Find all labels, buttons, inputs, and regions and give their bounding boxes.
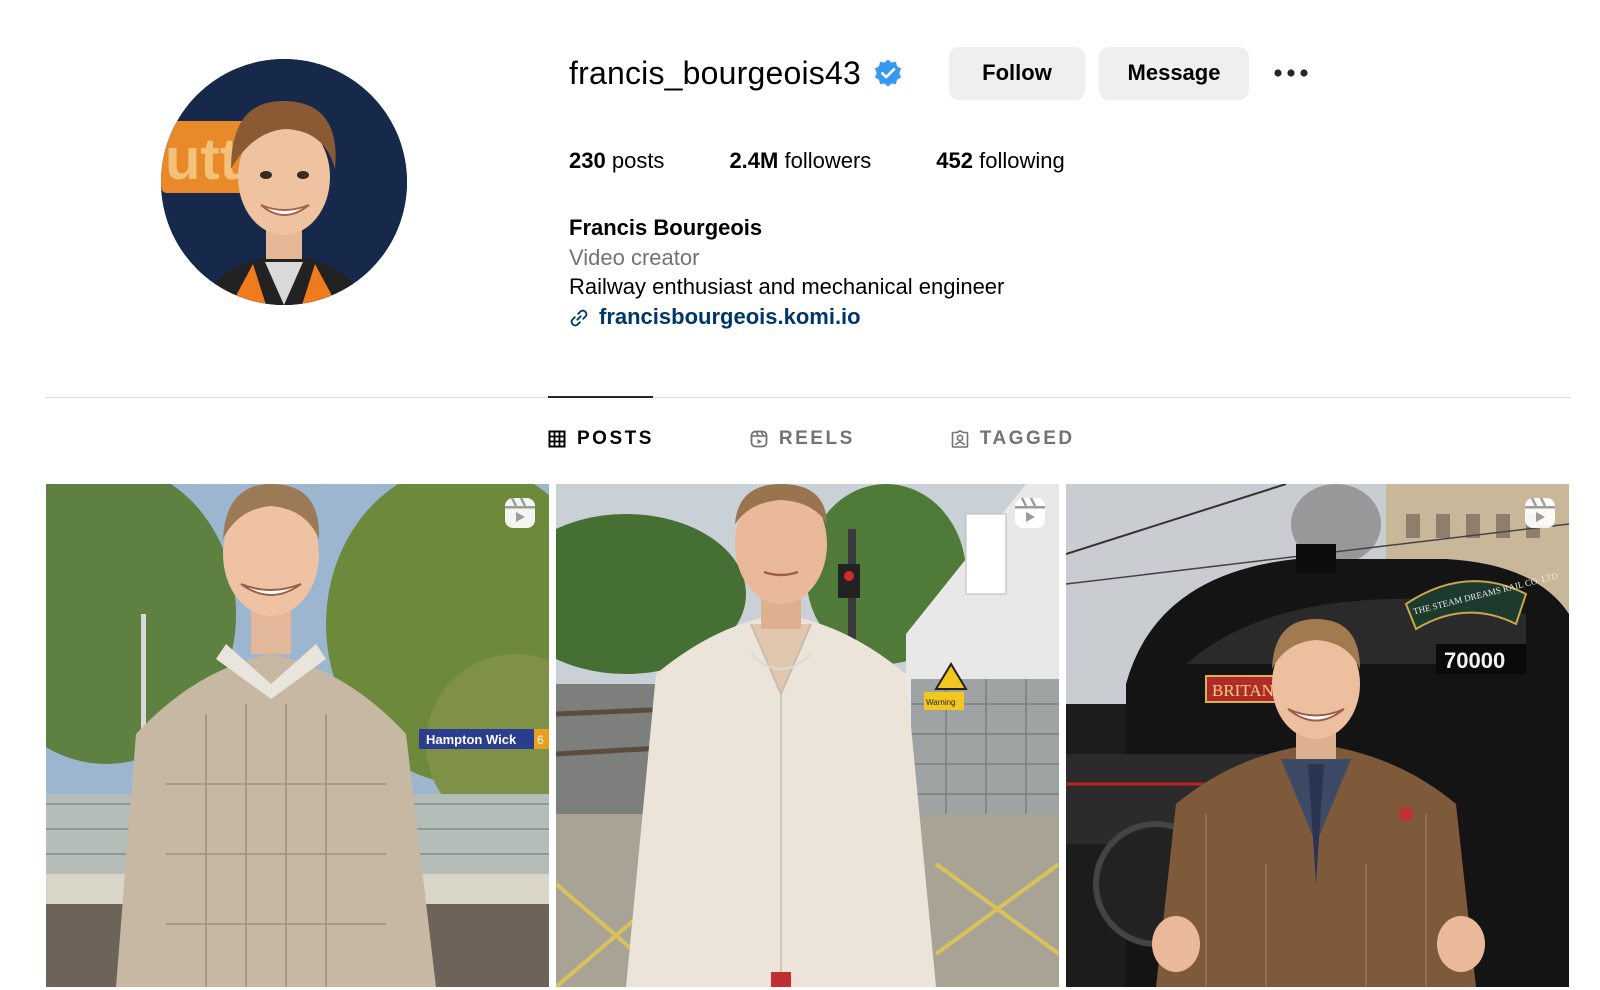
profile-stats: 230 posts 2.4M followers 452 following (569, 148, 1065, 174)
warning-sign-text: Warning (926, 698, 956, 707)
post-thumbnail[interactable]: Hampton Wick 6 (46, 484, 549, 987)
reel-badge-icon (503, 496, 537, 530)
tab-posts-label: POSTS (577, 428, 654, 449)
follow-button[interactable]: Follow (949, 46, 1085, 100)
profile-tabs: POSTS REELS TAGGED (548, 428, 1075, 450)
post-thumbnail[interactable]: Warning (556, 484, 1059, 987)
posts-stat: 230 posts (569, 148, 664, 174)
reels-icon (750, 430, 768, 448)
bio-link[interactable]: francisbourgeois.komi.io (569, 302, 1004, 332)
station-sign-text: Hampton Wick (426, 732, 517, 747)
profile-header: francis_bourgeois43 Follow Message (569, 46, 1469, 100)
bio-link-text: francisbourgeois.komi.io (599, 303, 861, 329)
profile-title-row: francis_bourgeois43 Follow Message (569, 46, 1469, 100)
loco-number-text: 70000 (1444, 648, 1505, 673)
category-label: Video creator (569, 244, 700, 270)
reel-badge-icon (1013, 496, 1047, 530)
posts-label: posts (611, 148, 665, 173)
grid-icon (548, 430, 566, 448)
followers-stat[interactable]: 2.4M followers (729, 148, 871, 174)
more-options-icon[interactable] (1271, 53, 1311, 93)
svg-text:utt: utt (165, 127, 239, 192)
username: francis_bourgeois43 (569, 55, 861, 91)
posts-grid: Hampton Wick 6 Warning THE STEAM DREAMS … (46, 484, 1569, 987)
tab-reels-label: REELS (778, 428, 855, 449)
full-name: Francis Bourgeois (569, 215, 763, 240)
followers-count: 2.4M (729, 148, 779, 173)
following-stat[interactable]: 452 following (936, 148, 1064, 174)
avatar-image: utt (161, 59, 407, 305)
tabs-divider (46, 397, 1570, 398)
post-image: Warning (556, 484, 1059, 987)
profile-avatar[interactable]: utt (161, 59, 407, 305)
tagged-icon (951, 429, 969, 448)
followers-label: followers (784, 148, 872, 173)
tab-tagged[interactable]: TAGGED (951, 428, 1075, 450)
tab-posts[interactable]: POSTS (548, 428, 654, 450)
post-thumbnail[interactable]: THE STEAM DREAMS RAIL CO. LTD BRITANNIA … (1066, 484, 1569, 987)
following-count: 452 (936, 148, 974, 173)
posts-count: 230 (569, 148, 606, 173)
message-button[interactable]: Message (1099, 46, 1249, 100)
active-tab-indicator (548, 396, 653, 398)
verified-badge-icon (873, 58, 903, 88)
bio-description: Railway enthusiast and mechanical engine… (569, 274, 1005, 299)
tab-reels[interactable]: REELS (750, 428, 855, 450)
tab-tagged-label: TAGGED (979, 428, 1075, 449)
station-sign-number: 6 (537, 733, 544, 747)
profile-bio: Francis Bourgeois Video creator Railway … (569, 213, 1004, 331)
post-image: THE STEAM DREAMS RAIL CO. LTD BRITANNIA … (1066, 484, 1569, 987)
link-icon (569, 306, 589, 327)
reel-badge-icon (1523, 496, 1557, 530)
following-label: following (979, 148, 1065, 173)
post-image: Hampton Wick 6 (46, 484, 549, 987)
